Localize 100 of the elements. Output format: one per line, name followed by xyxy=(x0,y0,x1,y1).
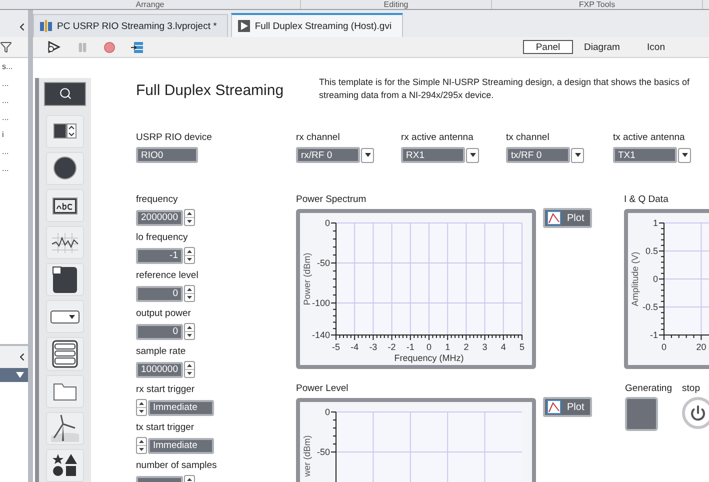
up-arrow-icon[interactable] xyxy=(187,326,192,329)
caret-down-icon xyxy=(574,153,580,157)
stop-button[interactable] xyxy=(682,397,709,429)
project-item[interactable]: ... xyxy=(0,75,28,92)
spinner-control[interactable] xyxy=(136,399,147,416)
project-item[interactable]: ... xyxy=(0,160,28,177)
tick-label: -140 xyxy=(312,330,330,340)
spinner-control[interactable] xyxy=(136,437,147,454)
palette-item[interactable] xyxy=(46,300,84,334)
palette-item[interactable] xyxy=(46,152,84,185)
palette-item[interactable] xyxy=(46,226,84,260)
up-arrow-icon[interactable] xyxy=(139,402,144,405)
project-item[interactable]: ... xyxy=(0,109,28,126)
control-label: tx channel xyxy=(506,132,550,143)
control-label: USRP RIO device xyxy=(136,132,213,143)
document-tab[interactable]: PC USRP RIO Streaming 3.lvproject * xyxy=(33,14,228,37)
palette-item[interactable] xyxy=(46,448,84,482)
spinner-control[interactable] xyxy=(184,247,195,264)
down-arrow-icon[interactable] xyxy=(187,296,192,299)
record-icon[interactable] xyxy=(104,42,115,52)
dropdown-field[interactable]: TX1 xyxy=(613,147,677,163)
project-icon xyxy=(40,20,52,32)
up-arrow-icon[interactable] xyxy=(139,440,144,443)
ring-field[interactable]: Immediate xyxy=(148,400,214,416)
stack-icon[interactable] xyxy=(131,42,143,52)
numeric-field[interactable]: 2000000 xyxy=(136,210,183,226)
control-label: output power xyxy=(136,308,192,319)
tick-label: 5 xyxy=(520,342,524,352)
tick-label: -4 xyxy=(350,342,359,352)
palette-item[interactable] xyxy=(46,188,84,222)
tick-label: 20 xyxy=(696,342,706,352)
palette-item[interactable] xyxy=(46,337,84,371)
palette-item[interactable] xyxy=(46,374,84,408)
control-label: sample rate xyxy=(136,346,187,357)
tick-label: 0 xyxy=(324,407,330,417)
string-control-icon xyxy=(52,196,78,215)
project-item[interactable]: ... xyxy=(0,143,28,160)
ring-field[interactable]: Immediate xyxy=(148,438,214,454)
listbox-icon xyxy=(52,340,78,368)
down-arrow-icon[interactable] xyxy=(187,258,192,261)
control-label: lo frequency xyxy=(136,232,189,243)
tick-label: 1 xyxy=(652,218,658,228)
dropdown-button[interactable] xyxy=(678,148,691,162)
project-item[interactable]: i xyxy=(0,126,28,143)
document-tab[interactable]: Full Duplex Streaming (Host).gvi xyxy=(230,13,403,37)
spinner-control[interactable] xyxy=(184,323,195,340)
plot-icon xyxy=(547,211,561,225)
search-icon xyxy=(58,87,72,100)
graph-icon xyxy=(51,232,79,254)
down-arrow-icon[interactable] xyxy=(139,410,144,413)
ribbon-group-label: FXP Tools xyxy=(492,0,703,9)
view-tab[interactable]: Icon xyxy=(631,40,681,54)
tick-label: 0 xyxy=(426,342,432,352)
dropdown-button[interactable] xyxy=(571,148,584,162)
filter-icon[interactable] xyxy=(0,41,12,53)
plot-button[interactable]: Plot xyxy=(543,208,592,228)
tick-label: -50 xyxy=(316,258,330,268)
numeric-field[interactable]: -1 xyxy=(136,248,183,264)
project-item[interactable]: s... xyxy=(0,58,28,75)
palette-item[interactable] xyxy=(46,412,84,445)
up-arrow-icon[interactable] xyxy=(187,250,192,253)
dropdown-field[interactable]: RX1 xyxy=(401,147,465,163)
search-button[interactable] xyxy=(44,82,86,106)
axis-title: Power (dBm) xyxy=(302,252,312,306)
spinner-control[interactable] xyxy=(184,209,195,226)
tick-label: -50 xyxy=(316,447,330,457)
caret-down-icon xyxy=(16,372,24,378)
run-icon[interactable] xyxy=(47,41,61,53)
pane-dropdown[interactable] xyxy=(0,368,28,382)
palette-item[interactable] xyxy=(46,114,84,148)
numeric-field[interactable]: 0 xyxy=(136,286,183,302)
ribbon-group-label: Arrange xyxy=(0,0,301,9)
button-label: stop xyxy=(682,383,700,394)
up-arrow-icon[interactable] xyxy=(187,212,192,215)
spinner-control[interactable] xyxy=(184,361,195,378)
control-label: rx start trigger xyxy=(136,384,196,395)
view-tab[interactable]: Diagram xyxy=(577,40,627,54)
up-arrow-icon[interactable] xyxy=(187,478,192,481)
numeric-control-icon xyxy=(53,122,77,140)
spinner-control[interactable] xyxy=(184,285,195,302)
text-field[interactable]: RIO0 xyxy=(136,147,198,163)
down-arrow-icon[interactable] xyxy=(187,372,192,375)
tick-label: 0 xyxy=(652,274,658,284)
down-arrow-icon[interactable] xyxy=(187,220,192,223)
dropdown-field[interactable]: rx/RF 0 xyxy=(296,147,360,163)
down-arrow-icon[interactable] xyxy=(139,448,144,451)
numeric-field[interactable]: 1000000 xyxy=(136,362,183,378)
palette-item[interactable] xyxy=(46,263,84,296)
project-item[interactable]: ... xyxy=(0,92,28,109)
numeric-field[interactable]: 0 xyxy=(136,324,183,340)
up-arrow-icon[interactable] xyxy=(187,288,192,291)
down-arrow-icon[interactable] xyxy=(187,334,192,337)
tick-label: 0 xyxy=(324,218,330,228)
dropdown-button[interactable] xyxy=(361,148,374,162)
dropdown-field[interactable]: tx/RF 0 xyxy=(506,147,570,163)
view-tab[interactable]: Panel xyxy=(523,40,573,54)
dropdown-button[interactable] xyxy=(466,148,479,162)
up-arrow-icon[interactable] xyxy=(187,364,192,367)
plot-icon xyxy=(547,400,561,414)
plot-button[interactable]: Plot xyxy=(543,397,592,417)
